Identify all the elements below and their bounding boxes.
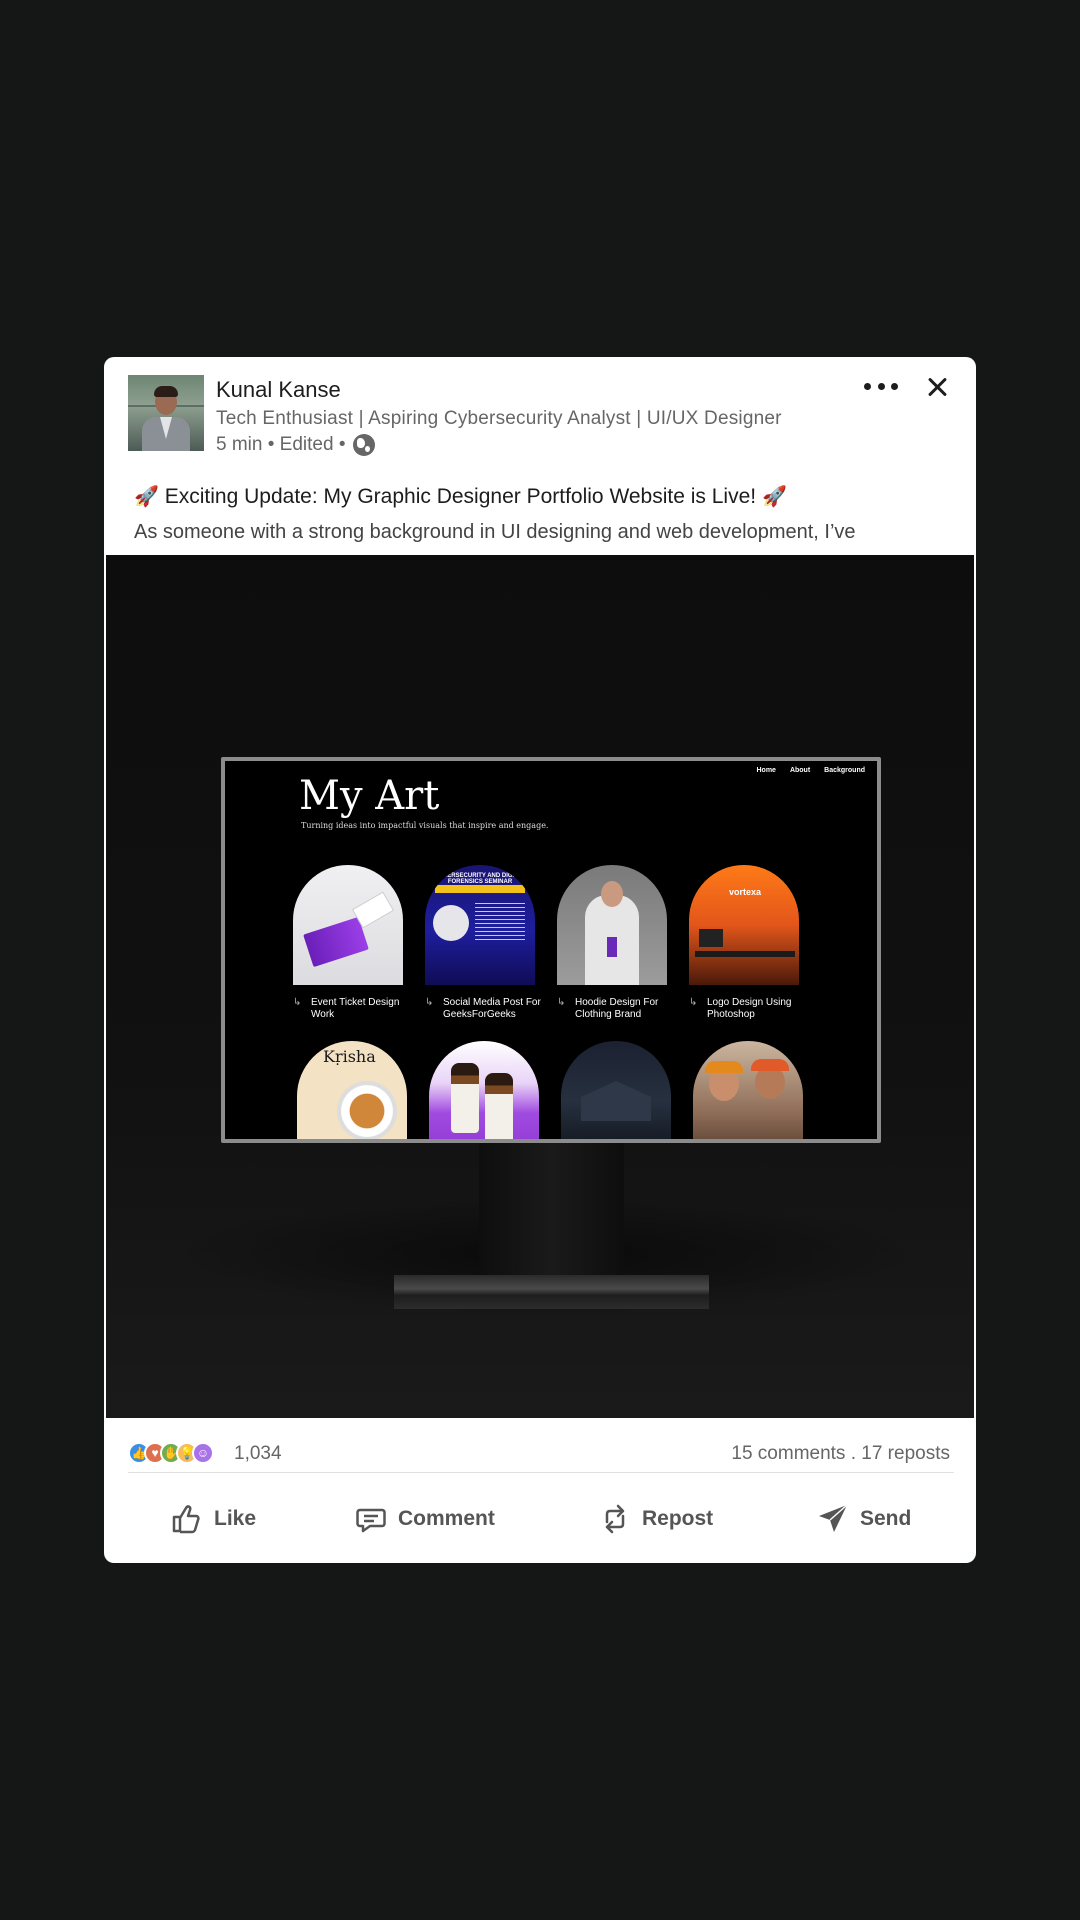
author-name[interactable]: Kunal Kanse bbox=[216, 377, 341, 403]
tile-poster bbox=[561, 1041, 671, 1139]
avatar[interactable] bbox=[128, 375, 204, 451]
tile-social-post: CYBERSECURITY AND DIGITAL FORENSICS SEMI… bbox=[425, 865, 535, 985]
funny-reaction-icon: ☺ bbox=[192, 1442, 214, 1464]
more-icon[interactable] bbox=[864, 383, 898, 391]
restaurant-name: Kṛisha bbox=[323, 1047, 376, 1066]
tile-logo: vortexa bbox=[689, 865, 799, 985]
post-title: 🚀 Exciting Update: My Graphic Designer P… bbox=[134, 484, 787, 509]
rocket-icon: 🚀 bbox=[761, 486, 787, 508]
tile-caption: ↳ Social Media Post For GeeksForGeeks bbox=[425, 997, 541, 1020]
portfolio-nav: Home About Background bbox=[756, 767, 865, 774]
post-title-text: Exciting Update: My Graphic Designer Por… bbox=[164, 485, 757, 508]
close-icon[interactable] bbox=[924, 374, 950, 400]
repost-label: Repost bbox=[642, 1507, 714, 1530]
monitor-base bbox=[394, 1275, 709, 1309]
tile-restaurant: Kṛisha bbox=[297, 1041, 407, 1139]
post-body[interactable]: As someone with a strong background in U… bbox=[134, 521, 856, 544]
nav-about: About bbox=[789, 767, 811, 774]
seminar-title: CYBERSECURITY AND DIGITAL FORENSICS SEMI… bbox=[434, 873, 526, 885]
vortexa-logo: vortexa bbox=[728, 887, 762, 897]
comments-reposts-count[interactable]: 15 comments . 17 reposts bbox=[731, 1443, 950, 1465]
tile-illustration bbox=[693, 1041, 803, 1139]
tile-event-ticket bbox=[293, 865, 403, 985]
portfolio-screen: Home About Background My Art Turning ide… bbox=[225, 761, 877, 1139]
reaction-icons[interactable]: 👍 ♥ ✋ 💡 ☺ bbox=[128, 1442, 214, 1464]
like-button[interactable]: Like bbox=[170, 1491, 256, 1547]
thumbs-up-icon bbox=[172, 1505, 200, 1534]
like-label: Like bbox=[214, 1507, 257, 1530]
nav-home: Home bbox=[756, 767, 776, 774]
tile-hoodie bbox=[557, 865, 667, 985]
comment-icon bbox=[356, 1508, 386, 1533]
comment-label: Comment bbox=[398, 1507, 495, 1530]
globe-icon bbox=[353, 434, 376, 456]
post-header: Kunal Kanse Tech Enthusiast | Aspiring C… bbox=[104, 357, 976, 555]
monitor-stand bbox=[479, 1143, 624, 1275]
rocket-icon: 🚀 bbox=[134, 486, 159, 508]
portfolio-subheading: Turning ideas into impactful visuals tha… bbox=[301, 821, 549, 830]
tile-product bbox=[429, 1041, 539, 1139]
send-label: Send bbox=[860, 1507, 912, 1530]
tile-caption: ↳ Hoodie Design For Clothing Brand bbox=[557, 997, 659, 1020]
post-meta-text: 5 min • Edited • bbox=[216, 434, 346, 455]
monitor: Home About Background My Art Turning ide… bbox=[221, 757, 881, 1143]
tile-caption: ↳ Logo Design Using Photoshop bbox=[689, 997, 792, 1020]
post-meta: 5 min • Edited • bbox=[216, 434, 376, 456]
send-button[interactable]: Send bbox=[816, 1491, 911, 1547]
divider bbox=[128, 1472, 954, 1473]
tile-caption: ↳ Event Ticket Design Work bbox=[293, 997, 400, 1020]
repost-button[interactable]: Repost bbox=[598, 1491, 713, 1547]
action-bar: Like Comment Repost Send bbox=[104, 1491, 976, 1547]
post-stats: 👍 ♥ ✋ 💡 ☺ 1,034 15 comments . 17 reposts bbox=[104, 1418, 976, 1484]
portfolio-heading: My Art bbox=[299, 773, 440, 819]
comment-button[interactable]: Comment bbox=[354, 1491, 495, 1547]
nav-background: Background bbox=[824, 767, 865, 774]
repost-icon bbox=[605, 1504, 625, 1534]
post-card: Kunal Kanse Tech Enthusiast | Aspiring C… bbox=[104, 357, 976, 1563]
send-icon bbox=[819, 1504, 848, 1532]
author-headline: Tech Enthusiast | Aspiring Cybersecurity… bbox=[216, 408, 782, 429]
post-media-image[interactable]: Home About Background My Art Turning ide… bbox=[106, 555, 974, 1418]
reaction-count[interactable]: 1,034 bbox=[234, 1443, 282, 1465]
